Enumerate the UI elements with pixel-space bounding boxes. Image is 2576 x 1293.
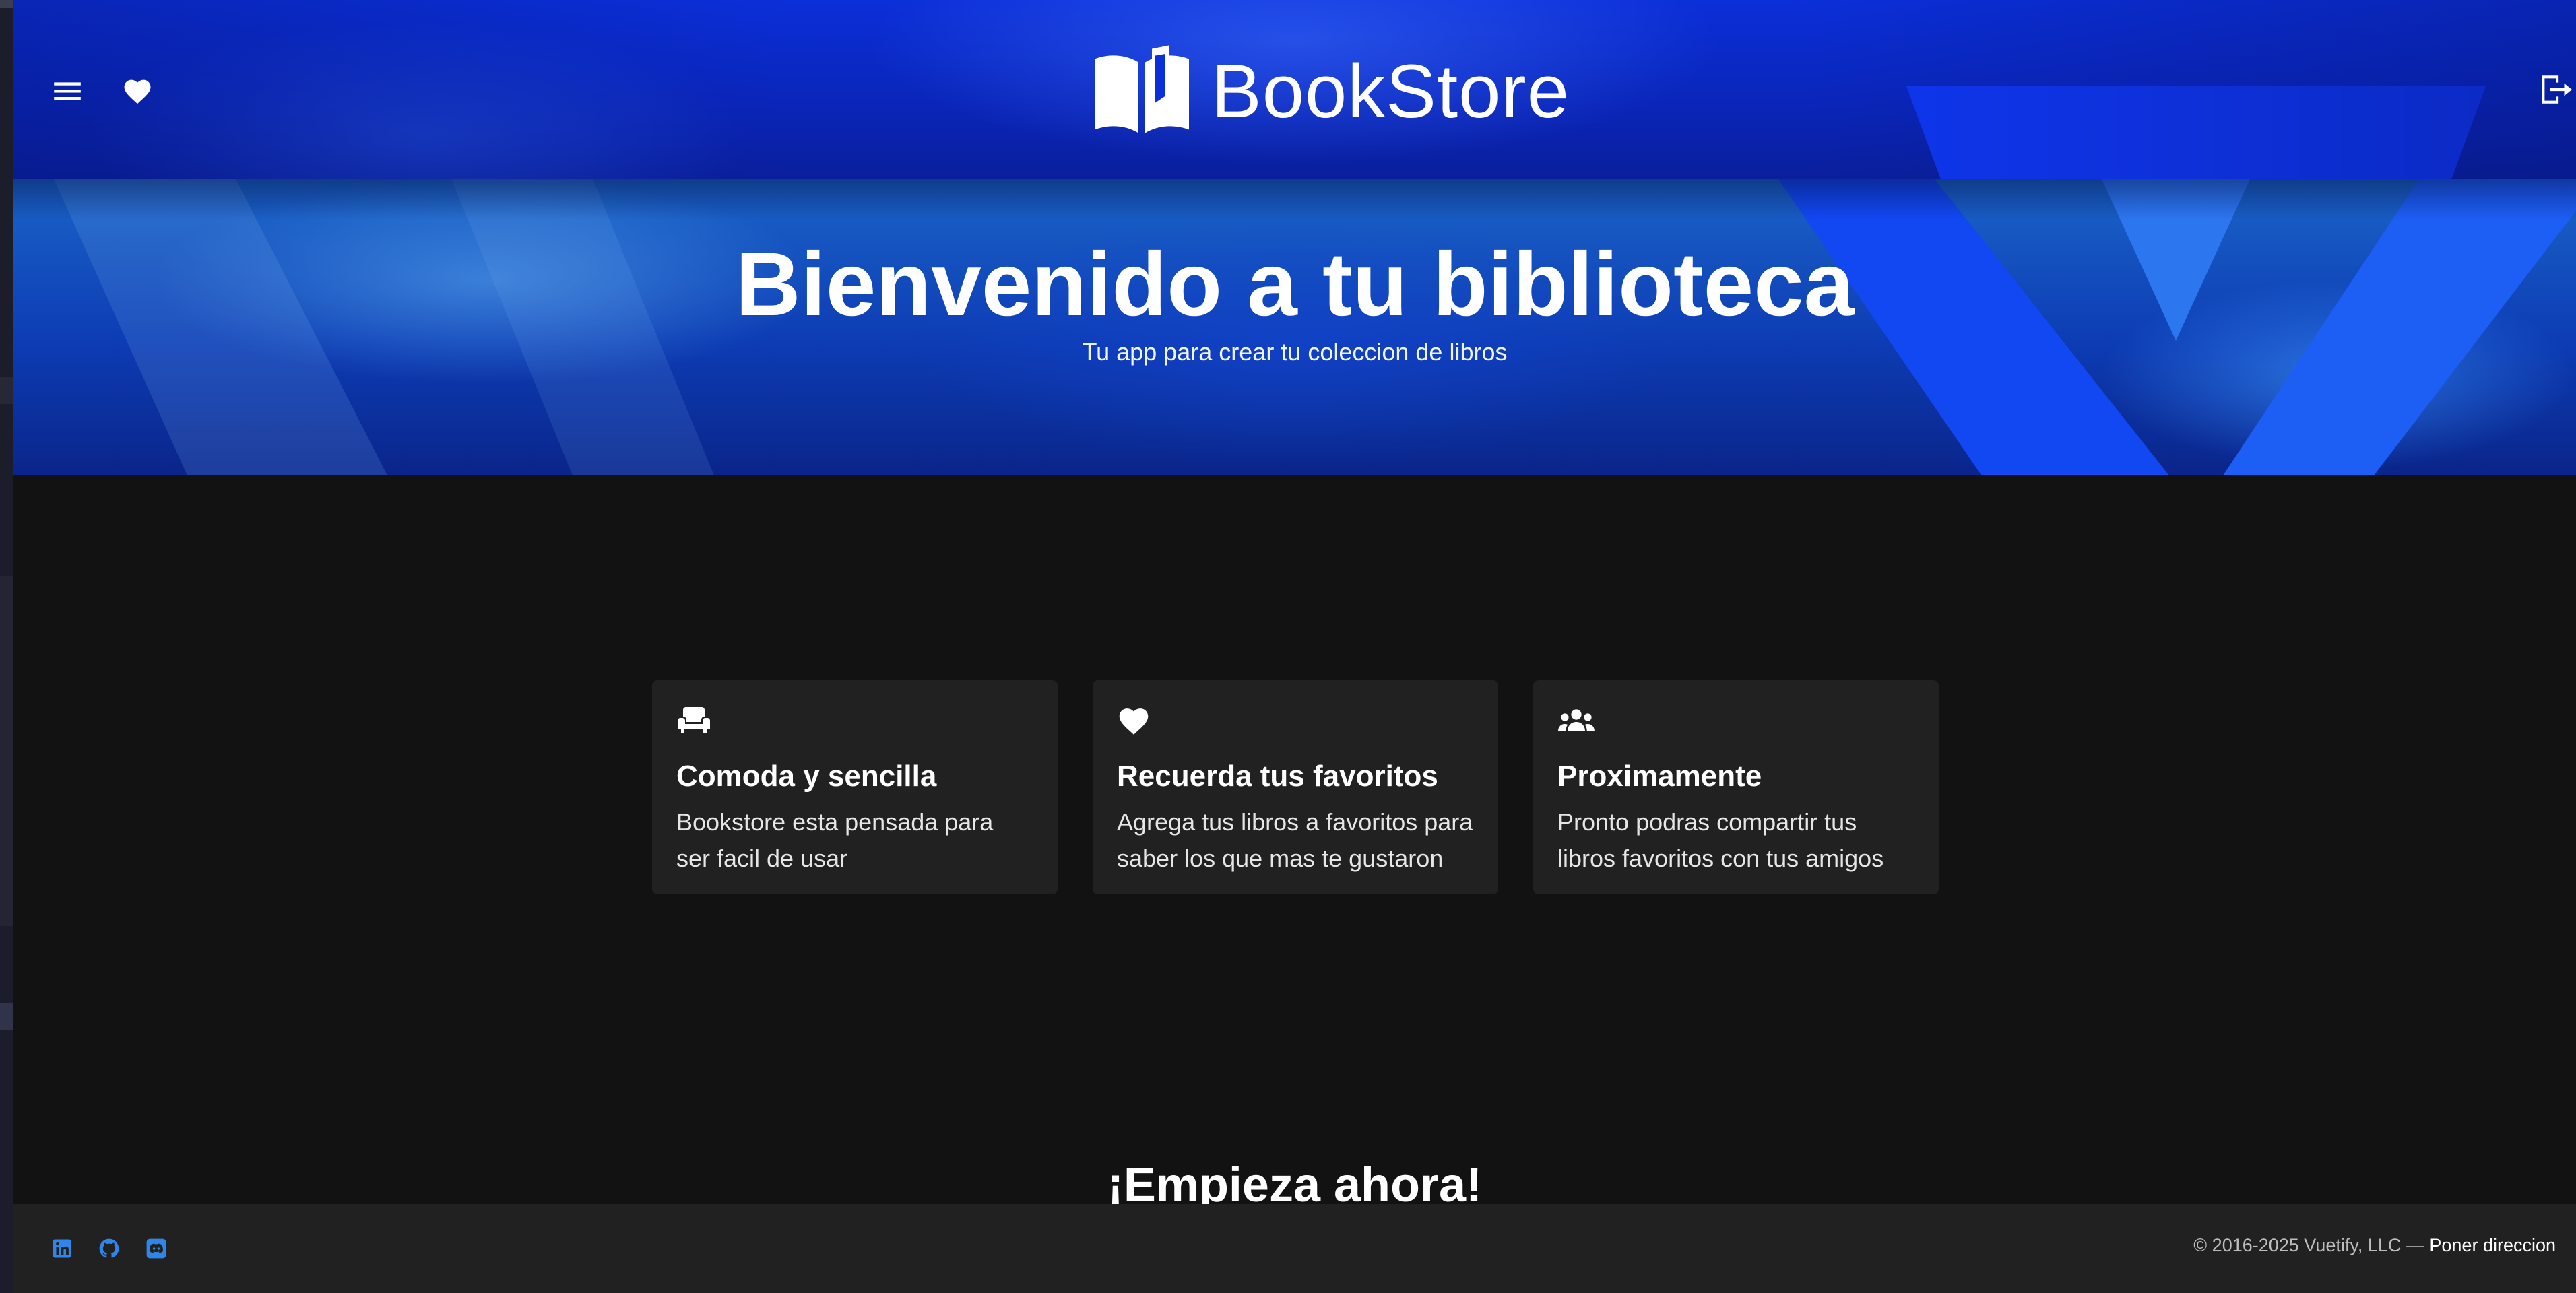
linkedin-icon [53,1239,71,1258]
footer-link[interactable]: Poner direccion [2429,1235,2556,1255]
discord-button[interactable] [139,1231,174,1266]
logout-icon [2542,75,2572,104]
hero-banner: Bienvenido a tu biblioteca Tu app para c… [13,179,2576,475]
feature-text: Agrega tus libros a favoritos para saber… [1117,808,1473,872]
menu-icon [54,82,81,100]
logout-button[interactable] [2522,56,2576,123]
brand[interactable]: BookStore [1091,40,1570,141]
feature-title: Recuerda tus favoritos [1117,760,1438,793]
feature-card: Comoda y sencilla Bookstore esta pensada… [652,680,1058,894]
open-book-icon [1095,45,1189,133]
feature-title: Proximamente [1557,760,1762,793]
heart-icon [1119,708,1149,735]
linkedin-button[interactable] [44,1231,79,1266]
group-icon [1558,709,1595,731]
hero-title: Bienvenido a tu biblioteca [735,234,1855,335]
window-edge [0,0,13,1293]
github-icon [99,1238,119,1258]
app-title: BookStore [1211,48,1570,133]
discord-icon [146,1238,166,1259]
favorites-button[interactable] [104,57,171,125]
cta-title: ¡Empieza ahora! [1107,1158,1483,1205]
app-window: BookStore Bienvenido a tu biblioteca Tu … [13,0,2576,1293]
hero-subtitle: Tu app para crear tu coleccion de libros [1082,338,1508,366]
copyright-text: © 2016-2025 Vuetify, LLC — [2193,1235,2424,1255]
app-bar: BookStore [13,0,2576,179]
github-button[interactable] [92,1231,127,1266]
feature-text: Bookstore esta pensada para ser facil de… [676,808,994,872]
menu-button[interactable] [34,57,101,125]
feature-cards: Comoda y sencilla Bookstore esta pensada… [652,680,1950,896]
footer-copyright: © 2016-2025 Vuetify, LLC — Poner direcci… [2193,1235,2556,1256]
feature-card: Proximamente Pronto podras compartir tus… [1533,680,1939,894]
footer: © 2016-2025 Vuetify, LLC — Poner direcci… [13,1204,2576,1293]
feature-card: Recuerda tus favoritos Agrega tus libros… [1093,680,1498,894]
cta-section: ¡Empieza ahora! [13,1145,2576,1205]
sofa-icon [678,707,710,733]
feature-text: Pronto podras compartir tus libros favor… [1557,808,1884,872]
heart-icon [124,79,151,104]
feature-title: Comoda y sencilla [676,760,937,793]
